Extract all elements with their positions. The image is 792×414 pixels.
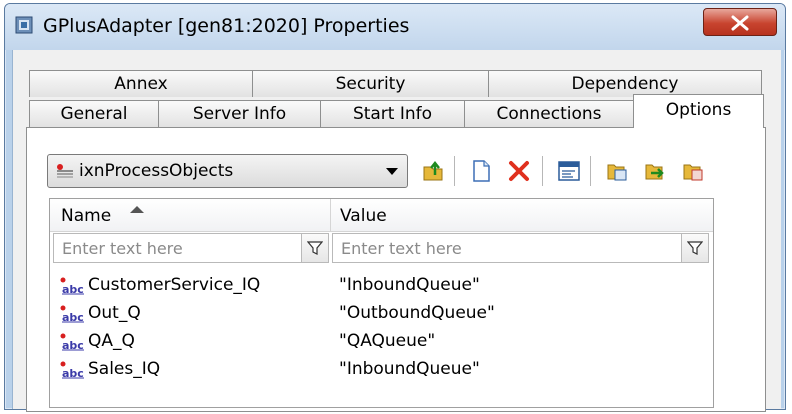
svg-text:abc: abc [62, 339, 84, 351]
option-value: "QAQueue" [339, 331, 436, 351]
tab-dependency[interactable]: Dependency [488, 70, 762, 97]
table-row[interactable]: abc QA_Q "QAQueue" [50, 328, 713, 355]
option-name: QA_Q [88, 331, 135, 351]
grid-header: Name Value [50, 199, 713, 232]
option-name: CustomerService_IQ [88, 275, 261, 295]
value-filter-input[interactable]: Enter text here [332, 233, 709, 263]
delete-button[interactable] [505, 154, 533, 188]
column-divider[interactable] [330, 199, 331, 231]
name-filter-input[interactable]: Enter text here [53, 233, 329, 263]
copy-icon [607, 164, 627, 181]
tab-connections[interactable]: Connections [464, 100, 634, 127]
string-option-icon: abc [60, 361, 84, 379]
copy-button[interactable] [603, 154, 631, 188]
svg-text:abc: abc [62, 311, 84, 323]
option-value: "InboundQueue" [339, 275, 480, 295]
table-row[interactable]: abc Sales_IQ "InboundQueue" [50, 356, 713, 383]
tab-start-info[interactable]: Start Info [320, 100, 465, 127]
export-button[interactable] [679, 154, 707, 188]
export-icon [683, 164, 703, 181]
window-title: GPlusAdapter [gen81:2020] Properties [43, 15, 410, 37]
value-filter-placeholder: Enter text here [341, 239, 462, 258]
string-option-icon: abc [60, 305, 84, 323]
close-button[interactable] [703, 8, 777, 36]
sort-ascending-icon [130, 206, 144, 213]
tab-options[interactable]: Options [633, 94, 764, 128]
section-dropdown[interactable]: ixnProcessObjects [47, 154, 408, 188]
edit-button[interactable] [555, 154, 583, 188]
string-option-icon: abc [60, 333, 84, 351]
folder-up-icon [423, 160, 443, 181]
toolbar-separator [454, 156, 455, 186]
options-grid: Name Value Enter text here Enter text he… [49, 198, 714, 408]
chevron-down-icon[interactable] [386, 168, 398, 175]
import-button[interactable] [641, 154, 669, 188]
new-item-icon [473, 160, 490, 182]
edit-icon [558, 161, 580, 181]
option-name: Sales_IQ [88, 359, 161, 379]
folder-up-button[interactable] [420, 154, 448, 188]
import-icon [645, 164, 664, 180]
string-option-icon: abc [60, 277, 84, 295]
filter-icon [687, 241, 703, 255]
table-row[interactable]: abc Out_Q "OutboundQueue" [50, 300, 713, 327]
section-selected: ixnProcessObjects [79, 161, 234, 181]
svg-text:abc: abc [62, 283, 84, 295]
delete-icon [509, 161, 529, 181]
option-value: "OutboundQueue" [339, 303, 495, 323]
tab-server-info[interactable]: Server Info [158, 100, 321, 127]
title-bar[interactable]: GPlusAdapter [gen81:2020] Properties [5, 4, 785, 50]
name-filter-placeholder: Enter text here [62, 239, 183, 258]
toolbar-separator [590, 156, 591, 186]
tab-security[interactable]: Security [252, 70, 489, 97]
filter-row: Enter text here Enter text here [50, 231, 713, 267]
option-name: Out_Q [88, 303, 141, 323]
svg-text:abc: abc [62, 367, 84, 379]
app-icon [15, 16, 33, 34]
new-item-button[interactable] [467, 154, 495, 188]
column-header-name[interactable]: Name [61, 206, 111, 226]
table-row[interactable]: abc CustomerService_IQ "InboundQueue" [50, 272, 713, 299]
tab-annex[interactable]: Annex [29, 70, 253, 97]
section-icon [57, 164, 73, 178]
toolbar-separator [542, 156, 543, 186]
close-icon [731, 15, 749, 31]
filter-icon [307, 241, 323, 255]
value-filter-button[interactable] [681, 234, 708, 262]
option-value: "InboundQueue" [339, 359, 480, 379]
column-header-value[interactable]: Value [340, 206, 387, 226]
tab-general[interactable]: General [29, 100, 159, 127]
name-filter-button[interactable] [301, 234, 328, 262]
